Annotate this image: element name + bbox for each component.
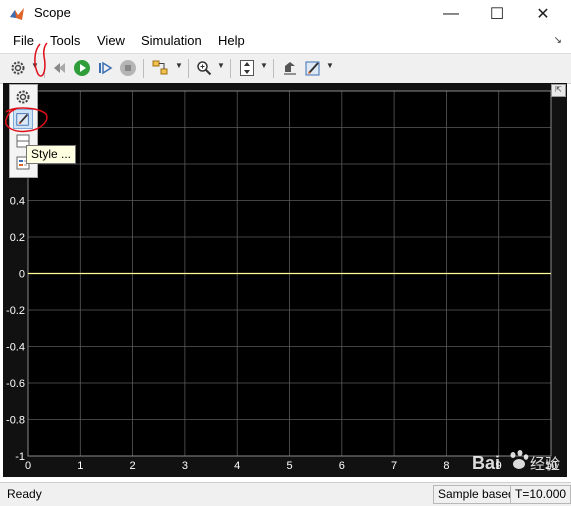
status-bar: Ready Sample based T=10.000 <box>0 482 571 506</box>
configuration-button[interactable] <box>8 58 28 78</box>
y-tick-label: -0.2 <box>6 305 25 317</box>
matlab-icon <box>10 8 24 20</box>
menu-help[interactable]: Help <box>218 33 245 48</box>
scale-axes-button[interactable] <box>237 58 257 78</box>
signal-selector-button[interactable] <box>150 58 170 78</box>
menu-view[interactable]: View <box>97 33 125 48</box>
style-button[interactable] <box>303 58 323 78</box>
gear-icon <box>11 61 25 75</box>
rewind-button[interactable] <box>50 58 70 78</box>
signal-selector-icon <box>152 60 168 75</box>
zoom-icon <box>197 61 212 76</box>
scope-plot-panel: 012345678910-1-0.8-0.6-0.4-0.200.20.40.6… <box>3 83 567 477</box>
x-tick-label: 7 <box>391 460 397 472</box>
stop-icon <box>120 60 136 76</box>
step-forward-button[interactable] <box>95 58 115 78</box>
stop-button[interactable] <box>118 58 138 78</box>
maximize-icon: ☐ <box>489 6 505 23</box>
run-icon <box>74 60 90 76</box>
y-tick-label: -1 <box>15 451 25 463</box>
style-tooltip: Style ... <box>26 145 77 164</box>
x-tick-label: 0 <box>25 460 31 472</box>
toolbar-separator <box>143 59 144 78</box>
signal-selector-dropdown-icon[interactable]: ▼ <box>175 61 183 70</box>
maximize-axes-icon[interactable]: ⇱ <box>551 84 566 97</box>
menu-tools[interactable]: Tools <box>50 33 80 48</box>
simulation-time: T=10.000 <box>510 485 571 504</box>
zoom-dropdown-icon[interactable]: ▼ <box>217 61 225 70</box>
minimize-icon: — <box>443 5 459 22</box>
x-tick-label: 5 <box>286 460 292 472</box>
toolbar-separator <box>230 59 231 78</box>
toolbar: ▼ ▼ ▼ ▼ ▼ <box>0 53 571 84</box>
undock-icon[interactable]: ↘ <box>554 35 562 46</box>
dropdown-item-configuration[interactable] <box>13 87 33 107</box>
x-tick-label: 3 <box>182 460 188 472</box>
triggers-icon <box>284 62 296 75</box>
watermark-text-2: 经验 <box>530 455 560 473</box>
title-bar: Scope — ☐ ✕ <box>0 0 571 28</box>
watermark-text: Bai <box>472 453 500 473</box>
rewind-icon <box>54 63 65 73</box>
toolbar-separator <box>188 59 189 78</box>
close-button[interactable]: ✕ <box>520 0 566 28</box>
x-tick-label: 4 <box>234 460 240 472</box>
menu-file[interactable]: File <box>13 33 34 48</box>
toolbar-separator <box>273 59 274 78</box>
style-icon <box>16 113 29 126</box>
baidu-watermark: Bai 经验 <box>472 450 560 473</box>
zoom-button[interactable] <box>194 58 214 78</box>
configuration-dropdown-icon[interactable]: ▼ <box>31 61 39 70</box>
y-tick-label: 0.2 <box>10 232 25 244</box>
status-ready: Ready <box>7 487 42 501</box>
minimize-button[interactable]: — <box>428 0 474 28</box>
triggers-button[interactable] <box>280 58 300 78</box>
window-title: Scope <box>34 5 71 20</box>
menu-simulation[interactable]: Simulation <box>141 33 202 48</box>
x-tick-label: 6 <box>339 460 345 472</box>
sample-mode-indicator: Sample based <box>433 485 520 504</box>
toolbar-separator <box>44 59 45 78</box>
scale-axes-icon <box>240 60 254 76</box>
y-tick-label: -0.8 <box>6 415 25 427</box>
paw-icon <box>510 450 529 469</box>
scope-chart[interactable]: 012345678910-1-0.8-0.6-0.4-0.200.20.40.6… <box>3 83 567 477</box>
dropdown-item-style[interactable] <box>13 109 33 129</box>
maximize-button[interactable]: ☐ <box>474 0 520 28</box>
menu-bar: File Tools View Simulation Help ↘ <box>0 30 571 52</box>
run-button[interactable] <box>72 58 92 78</box>
style-icon <box>305 61 320 76</box>
close-icon: ✕ <box>536 6 550 23</box>
step-forward-icon <box>99 61 113 75</box>
y-tick-label: 0 <box>19 269 25 281</box>
y-tick-label: -0.6 <box>6 378 25 390</box>
scale-axes-dropdown-icon[interactable]: ▼ <box>260 61 268 70</box>
y-tick-label: -0.4 <box>6 342 25 354</box>
x-tick-label: 8 <box>443 460 449 472</box>
style-dropdown-icon[interactable]: ▼ <box>326 61 334 70</box>
gear-icon <box>16 90 30 104</box>
x-tick-label: 1 <box>77 460 83 472</box>
y-tick-label: 0.4 <box>10 196 25 208</box>
x-tick-label: 2 <box>130 460 136 472</box>
